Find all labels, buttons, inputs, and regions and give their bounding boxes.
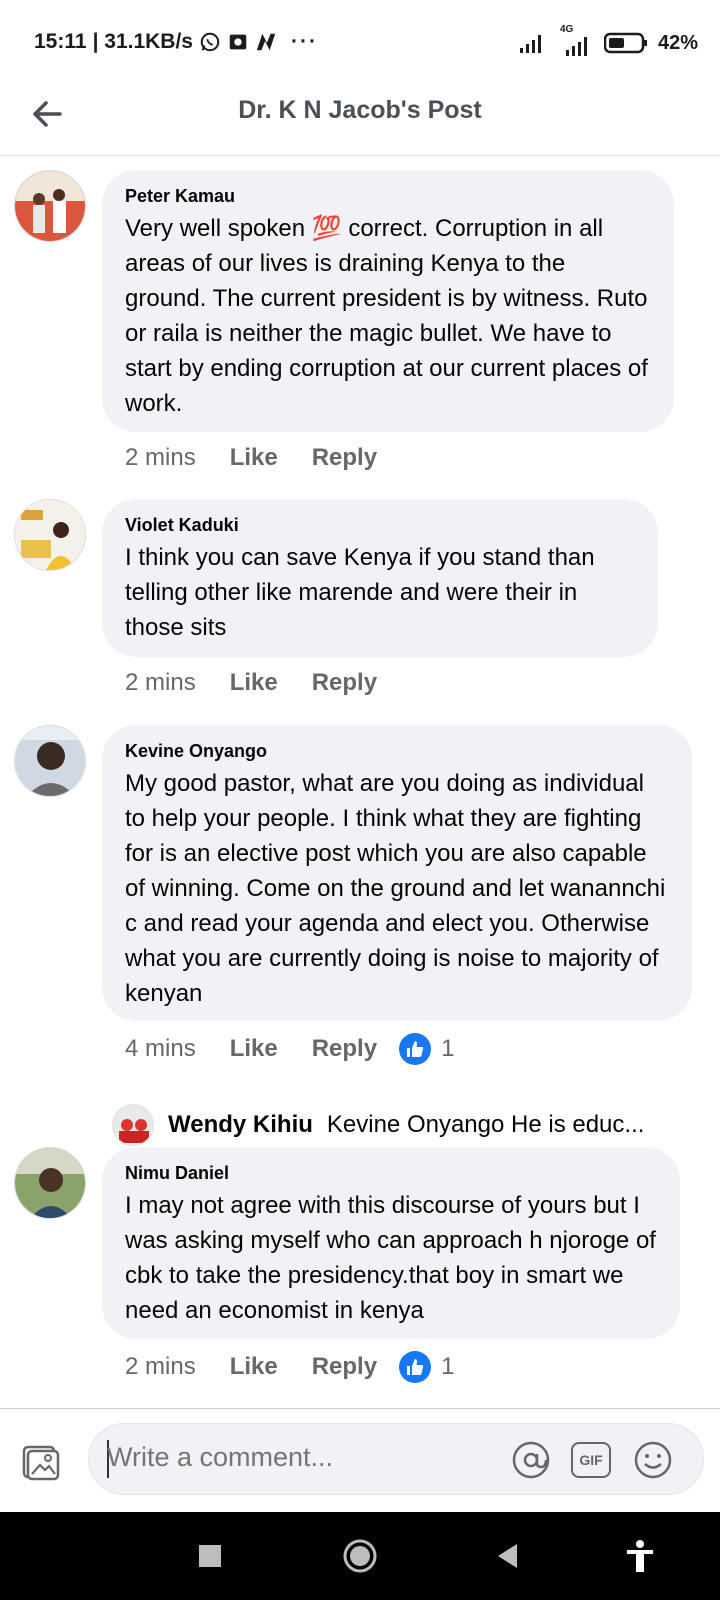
comment-time[interactable]: 2 mins	[125, 669, 196, 697]
reply-button[interactable]: Reply	[312, 1353, 377, 1381]
reply-author[interactable]: Wendy Kihiu	[168, 1111, 313, 1139]
reply-button[interactable]: Reply	[312, 669, 377, 697]
like-button[interactable]: Like	[230, 1353, 278, 1381]
whatsapp-icon	[200, 32, 220, 52]
recents-square-icon[interactable]	[190, 1536, 230, 1576]
accessibility-icon[interactable]	[620, 1536, 660, 1576]
comment-author[interactable]: Peter Kamau	[125, 186, 652, 207]
reaction-count[interactable]: 1	[399, 1351, 454, 1383]
android-navigation-bar	[0, 1512, 720, 1600]
comment-text: My good pastor, what are you doing as in…	[125, 770, 666, 1007]
emoji-icon[interactable]	[633, 1440, 673, 1480]
status-more: ···	[291, 30, 318, 53]
status-right: 4G 42%	[518, 24, 698, 56]
comment-actions: 2 mins Like Reply	[125, 669, 377, 697]
status-time: 15:11	[34, 30, 87, 53]
thumbs-up-icon	[399, 1033, 432, 1065]
gif-label: GIF	[579, 1452, 603, 1468]
page-title: Dr. K N Jacob's Post	[238, 96, 482, 124]
status-left: 15:11 | 31.1KB/s ···	[34, 30, 318, 54]
comment-bubble[interactable]: Kevine Onyango My good pastor, what are …	[102, 725, 692, 1021]
post-header: Dr. K N Jacob's Post	[0, 84, 720, 156]
avatar[interactable]	[14, 1147, 86, 1219]
comment-text: Very well spoken 💯 correct. Corruption i…	[125, 215, 648, 417]
battery-icon	[603, 32, 647, 54]
photo-icon[interactable]	[20, 1441, 62, 1483]
reaction-number: 1	[441, 1035, 455, 1062]
avatar[interactable]	[112, 1104, 154, 1146]
status-bar: 15:11 | 31.1KB/s ··· 4G 42%	[0, 0, 720, 84]
news-app-icon	[256, 33, 276, 51]
like-button[interactable]: Like	[230, 669, 278, 697]
comment-time[interactable]: 2 mins	[125, 1353, 196, 1381]
comment-author[interactable]: Violet Kaduki	[125, 515, 636, 536]
comment-actions: 2 mins Like Reply 1	[125, 1351, 454, 1383]
reaction-number: 1	[441, 1353, 455, 1380]
reply-button[interactable]: Reply	[312, 444, 377, 472]
reaction-count[interactable]: 1	[399, 1033, 454, 1065]
reply-button[interactable]: Reply	[312, 1035, 377, 1063]
home-circle-icon[interactable]	[340, 1536, 380, 1576]
comment-bubble[interactable]: Violet Kaduki I think you can save Kenya…	[102, 499, 658, 657]
avatar[interactable]	[14, 725, 86, 797]
comment-author[interactable]: Kevine Onyango	[125, 741, 670, 762]
signal-4g-icon: 4G	[556, 24, 594, 56]
comment-bubble[interactable]: Peter Kamau Very well spoken 💯 correct. …	[102, 170, 674, 432]
status-speed: | 31.1KB/s	[92, 30, 193, 53]
signal-icon	[519, 35, 541, 53]
comment-actions: 4 mins Like Reply 1	[125, 1033, 454, 1065]
comment-input[interactable]	[107, 1442, 487, 1473]
avatar[interactable]	[14, 170, 86, 242]
like-button[interactable]: Like	[230, 444, 278, 472]
comment-time[interactable]: 4 mins	[125, 1035, 196, 1063]
comment-bubble[interactable]: Nimu Daniel I may not agree with this di…	[102, 1147, 680, 1339]
comment-text: I may not agree with this discourse of y…	[125, 1192, 656, 1324]
mention-icon[interactable]	[511, 1440, 551, 1480]
comment-input-wrapper[interactable]: GIF	[88, 1423, 704, 1495]
comment-actions: 2 mins Like Reply	[125, 444, 377, 472]
like-button[interactable]: Like	[230, 1035, 278, 1063]
comment-author[interactable]: Nimu Daniel	[125, 1163, 658, 1184]
reply-preview[interactable]: Wendy Kihiu Kevine Onyango He is educ...	[112, 1104, 644, 1146]
gif-icon[interactable]: GIF	[571, 1442, 611, 1478]
comment-composer: GIF	[0, 1408, 720, 1512]
reply-text: Kevine Onyango He is educ...	[326, 1111, 645, 1138]
comment-text: I think you can save Kenya if you stand …	[125, 544, 595, 641]
avatar[interactable]	[14, 499, 86, 571]
gallery-notification-icon	[229, 34, 247, 50]
battery-percent: 42%	[657, 31, 698, 54]
comment-time[interactable]: 2 mins	[125, 444, 196, 472]
thumbs-up-icon	[399, 1351, 432, 1383]
back-triangle-icon[interactable]	[488, 1536, 528, 1576]
